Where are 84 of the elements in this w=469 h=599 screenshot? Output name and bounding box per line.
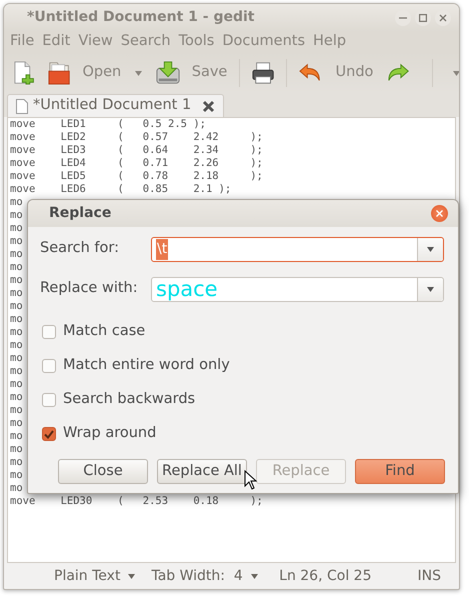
folder-icon[interactable] bbox=[48, 60, 70, 86]
code-line: mo bbox=[10, 222, 23, 235]
printer-icon[interactable] bbox=[252, 61, 274, 85]
dropdown-button[interactable] bbox=[417, 278, 443, 300]
checkbox[interactable] bbox=[42, 325, 56, 339]
dialog-title: Replace bbox=[49, 204, 112, 223]
caret-icon bbox=[128, 574, 136, 578]
code-line: mo bbox=[10, 326, 23, 339]
checkbox-label: Wrap around bbox=[63, 424, 156, 444]
code-line: mo bbox=[10, 469, 23, 482]
dialog-button[interactable]: Replace All bbox=[157, 459, 247, 484]
code-line: mo bbox=[10, 196, 23, 209]
code-line: move LED5 ( 0.78 2.18 ); bbox=[10, 170, 263, 183]
undo-icon[interactable] bbox=[299, 63, 322, 83]
menu-item[interactable]: File bbox=[10, 31, 34, 53]
code-line: mo bbox=[10, 287, 23, 300]
code-line: mo bbox=[10, 404, 23, 417]
code-line: move LED30 ( 2.53 0.18 ); bbox=[10, 495, 263, 508]
code-line: move LED6 ( 0.85 2.1 ); bbox=[10, 183, 232, 196]
checkbox-label: Search backwards bbox=[63, 390, 196, 410]
code-line: mo bbox=[10, 417, 23, 430]
caret-icon bbox=[427, 286, 434, 292]
menu-item[interactable]: Edit bbox=[42, 31, 70, 53]
code-line: mo bbox=[10, 339, 23, 352]
checkbox-label: Match case bbox=[63, 322, 146, 342]
caret-icon bbox=[250, 574, 258, 578]
document-icon bbox=[16, 98, 28, 114]
code-line: mo bbox=[10, 365, 23, 378]
dialog-button[interactable]: Close bbox=[58, 459, 148, 484]
menu-item[interactable]: Search bbox=[120, 31, 171, 53]
new-file-icon[interactable] bbox=[14, 60, 34, 86]
combo-field[interactable]: \t bbox=[151, 236, 444, 262]
field-label: Search for: bbox=[40, 239, 120, 258]
cursor-position: Ln 26, Col 25 bbox=[279, 566, 372, 586]
code-line: move LED3 ( 0.64 2.34 ); bbox=[10, 144, 263, 157]
document-tab[interactable]: *Untitled Document 1 bbox=[7, 94, 224, 117]
code-line: mo bbox=[10, 274, 23, 287]
tab-label: *Untitled Document 1 bbox=[33, 96, 192, 116]
code-line: mo bbox=[10, 209, 23, 222]
save-icon[interactable] bbox=[156, 60, 180, 86]
code-line: mo bbox=[10, 313, 23, 326]
open-button[interactable]: Open bbox=[82, 62, 122, 84]
window-title: *Untitled Document 1 - gedit bbox=[27, 8, 254, 27]
redo-icon[interactable] bbox=[387, 63, 410, 83]
menu-item[interactable]: Tools bbox=[178, 31, 214, 53]
language-selector[interactable]: Plain Text bbox=[54, 566, 136, 586]
dialog-button[interactable]: Find bbox=[355, 459, 445, 484]
menu-item[interactable]: Help bbox=[313, 31, 346, 53]
caret-icon[interactable] bbox=[135, 70, 142, 76]
checkbox-label: Match entire word only bbox=[63, 356, 230, 376]
code-line: mo bbox=[10, 443, 23, 456]
code-line: mo bbox=[10, 352, 23, 365]
code-line: mo bbox=[10, 300, 23, 313]
tab-width-selector[interactable]: Tab Width: 4 bbox=[151, 566, 258, 586]
close-button[interactable] bbox=[431, 205, 448, 222]
checkbox[interactable] bbox=[42, 359, 56, 373]
dropdown-button[interactable] bbox=[417, 238, 443, 260]
maximize-icon bbox=[419, 14, 427, 22]
code-line: move LED1 ( 0.5 2.5 ); bbox=[10, 118, 206, 131]
menu-item[interactable]: Documents bbox=[222, 31, 306, 53]
close-icon bbox=[439, 14, 447, 22]
save-button[interactable]: Save bbox=[192, 62, 228, 84]
code-line: mo bbox=[10, 482, 23, 495]
field-label: Replace with: bbox=[40, 279, 139, 298]
code-line: mo bbox=[10, 261, 23, 274]
code-line: move LED2 ( 0.57 2.42 ); bbox=[10, 131, 263, 144]
code-line: mo bbox=[10, 248, 23, 261]
code-line: mo bbox=[10, 456, 23, 469]
code-line: mo bbox=[10, 378, 23, 391]
overflow-caret-icon[interactable] bbox=[452, 70, 459, 76]
close-icon[interactable] bbox=[202, 100, 216, 112]
code-line: move LED4 ( 0.71 2.26 ); bbox=[10, 157, 263, 170]
mouse-pointer-icon bbox=[244, 470, 258, 491]
checkbox[interactable] bbox=[42, 393, 56, 407]
code-line: mo bbox=[10, 391, 23, 404]
menu-item[interactable]: View bbox=[78, 31, 113, 53]
caret-icon bbox=[427, 246, 434, 252]
undo-button[interactable]: Undo bbox=[336, 62, 374, 84]
code-line: mo bbox=[10, 235, 23, 248]
insert-mode: INS bbox=[418, 566, 441, 586]
checkbox[interactable] bbox=[42, 427, 56, 441]
close-icon bbox=[436, 210, 443, 217]
code-line: mo bbox=[10, 430, 23, 443]
combo-field[interactable]: space bbox=[151, 276, 444, 302]
